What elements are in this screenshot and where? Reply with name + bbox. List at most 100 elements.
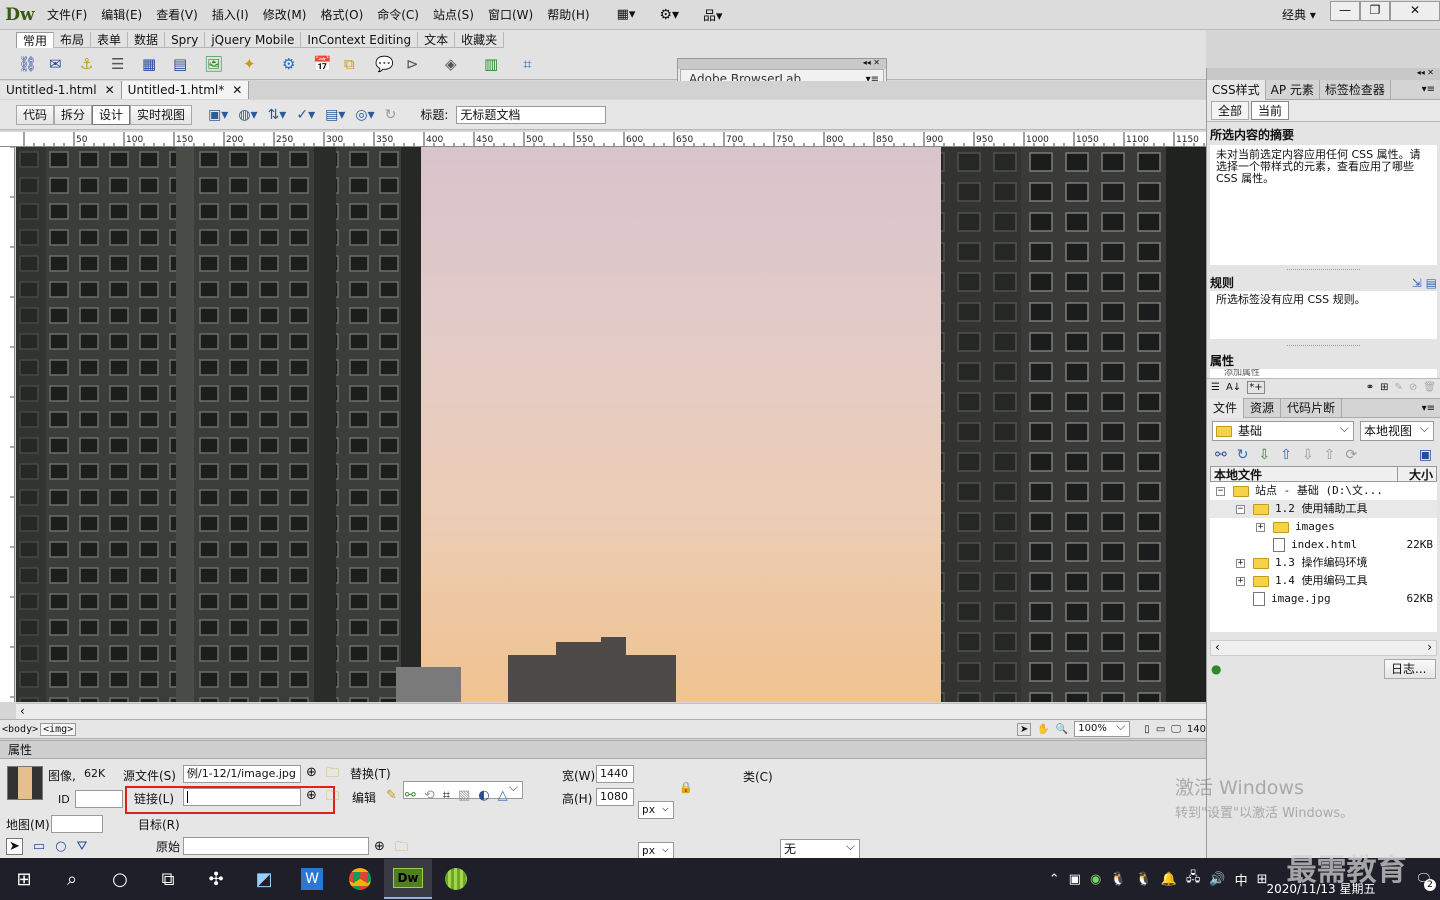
tree-expander-icon[interactable]: + bbox=[1256, 522, 1265, 532]
server-include-icon[interactable]: ⧉ bbox=[344, 55, 366, 73]
window-size-small-icon[interactable]: ▯ bbox=[1144, 724, 1150, 735]
width-unit-select[interactable]: px bbox=[638, 799, 674, 819]
src-input[interactable]: 例/1-12/1/image.jpg bbox=[183, 765, 301, 783]
search-icon[interactable]: ⌕ bbox=[48, 859, 96, 899]
restore-button[interactable]: ❐ bbox=[1360, 1, 1390, 21]
close-tab-icon[interactable]: ✕ bbox=[232, 83, 242, 97]
update-from-original-icon[interactable]: ⟲ bbox=[424, 788, 435, 803]
dreamweaver-app-icon[interactable]: Dw bbox=[384, 859, 432, 899]
comment-icon[interactable]: 💬 bbox=[375, 55, 397, 73]
browse-folder-icon[interactable]: 🗀 bbox=[326, 764, 339, 786]
menu-item-6[interactable]: 命令(C) bbox=[370, 6, 426, 23]
tree-folder[interactable]: −1.2 使用辅助工具 bbox=[1210, 500, 1437, 518]
wechat-icon[interactable]: ◉ bbox=[1090, 872, 1101, 887]
network-icon[interactable]: 🖧 bbox=[1186, 868, 1201, 890]
date-icon[interactable]: 📅 bbox=[313, 55, 335, 73]
refresh-files-icon[interactable]: ↻ bbox=[1237, 447, 1249, 463]
file-manage-icon[interactable]: ⇅▾ bbox=[268, 107, 287, 123]
pinwheel-app-icon[interactable]: ✣ bbox=[192, 859, 240, 899]
expand-panel-icon[interactable]: ▣ bbox=[1419, 447, 1432, 463]
put-files-icon[interactable]: ⇧ bbox=[1280, 447, 1292, 463]
insert-tab-5[interactable]: jQuery Mobile bbox=[205, 31, 302, 48]
circle-hotspot-icon[interactable]: ○ bbox=[55, 839, 66, 854]
script-icon[interactable]: ◈ bbox=[445, 55, 475, 73]
css-panel-tab-1[interactable]: AP 元素 bbox=[1266, 79, 1320, 100]
insert-tab-1[interactable]: 布局 bbox=[54, 31, 92, 48]
id-input[interactable] bbox=[75, 790, 123, 808]
panel-collapse-icon[interactable]: ◂◂ ✕ bbox=[678, 59, 886, 69]
height-input[interactable]: 1080 bbox=[596, 788, 634, 806]
title-input[interactable]: 无标题文档 bbox=[456, 105, 607, 124]
window-size-large-icon[interactable]: 🖵 bbox=[1171, 724, 1181, 735]
get-files-icon[interactable]: ⇩ bbox=[1258, 447, 1270, 463]
insert-tab-4[interactable]: Spry bbox=[165, 31, 206, 48]
design-canvas[interactable] bbox=[16, 147, 1206, 702]
volume-icon[interactable]: 🔊 bbox=[1209, 872, 1225, 887]
attach-style-icon[interactable]: ⚭ bbox=[1366, 382, 1374, 393]
view-button-1[interactable]: 拆分 bbox=[54, 104, 93, 125]
w3c-validate-icon[interactable]: ✓▾ bbox=[296, 107, 315, 123]
original-input[interactable] bbox=[183, 837, 369, 855]
check-browser-icon[interactable]: ◎▾ bbox=[355, 107, 374, 123]
notepad-app-icon[interactable]: ◩ bbox=[240, 859, 288, 899]
css-panel-menu-icon[interactable]: ▾≡ bbox=[1422, 84, 1435, 95]
layout-icon[interactable]: ▦▾ bbox=[617, 7, 636, 22]
insert-tab-0[interactable]: 常用 bbox=[16, 31, 55, 48]
menu-item-9[interactable]: 帮助(H) bbox=[540, 6, 596, 23]
hand-tool-icon[interactable]: ✋ bbox=[1037, 724, 1049, 735]
css-add-property[interactable]: 添加属性 bbox=[1210, 369, 1437, 378]
edit-rule-icon[interactable]: ✎ bbox=[1395, 382, 1403, 393]
doc-tab-2[interactable]: Untitled-1.html* ✕ bbox=[121, 81, 250, 99]
close-tab-icon[interactable]: ✕ bbox=[105, 83, 115, 97]
original-folder-icon[interactable]: 🗀 bbox=[395, 838, 408, 860]
head-icon[interactable]: ⊳ bbox=[406, 55, 436, 73]
css-panel-tab-2[interactable]: 标签检查器 bbox=[1320, 79, 1391, 100]
set-props-icon[interactable]: *+ bbox=[1247, 381, 1265, 394]
tray-chevron-icon[interactable]: ⌃ bbox=[1049, 872, 1060, 887]
view-button-3[interactable]: 实时视图 bbox=[130, 104, 193, 125]
tray-date[interactable]: 2020/11/13 星期五 bbox=[1266, 880, 1375, 897]
css-panel-tab-0[interactable]: CSS样式 bbox=[1207, 79, 1266, 100]
sync-icon[interactable]: ⟳ bbox=[1345, 447, 1357, 463]
files-panel-tab-0[interactable]: 文件 bbox=[1207, 398, 1245, 418]
insert-tab-7[interactable]: 文本 bbox=[418, 31, 456, 48]
tree-folder[interactable]: + images bbox=[1210, 518, 1437, 536]
action-center-icon[interactable]: 🗨 2 bbox=[1415, 872, 1436, 891]
resample-icon[interactable]: ▧ bbox=[458, 788, 470, 803]
width-input[interactable]: 1440 bbox=[596, 765, 634, 783]
dock-collapse-icon[interactable]: ◂◂ ✕ bbox=[1207, 68, 1440, 80]
css-current-tab[interactable]: 当前 bbox=[1251, 101, 1290, 120]
insert-tab-2[interactable]: 表单 bbox=[91, 31, 129, 48]
hr-icon[interactable]: ☰ bbox=[111, 55, 133, 73]
tree-expander-icon[interactable]: − bbox=[1216, 486, 1225, 496]
email-link-icon[interactable]: ✉ bbox=[49, 55, 71, 73]
visual-aids-icon[interactable]: ▤▾ bbox=[325, 107, 345, 123]
tree-folder[interactable]: +1.3 操作编码环境 bbox=[1210, 554, 1437, 572]
map-input[interactable] bbox=[51, 815, 103, 833]
tree-file[interactable]: index.html 22KB bbox=[1210, 536, 1437, 554]
ime-indicator[interactable]: 中 bbox=[1235, 870, 1248, 889]
insert-div-icon[interactable]: ▤ bbox=[173, 55, 195, 73]
minimize-button[interactable]: — bbox=[1330, 1, 1360, 21]
col-local-files[interactable]: 本地文件 bbox=[1211, 465, 1398, 483]
zoom-tool-icon[interactable]: 🔍 bbox=[1056, 724, 1068, 735]
files-panel-tab-2[interactable]: 代码片断 bbox=[1281, 398, 1343, 418]
insert-tab-6[interactable]: InContext Editing bbox=[301, 31, 419, 48]
templates-icon[interactable]: ▥ bbox=[484, 55, 514, 73]
menu-item-8[interactable]: 窗口(W) bbox=[481, 6, 540, 23]
qq2-icon[interactable]: 🐧 bbox=[1136, 872, 1152, 887]
delete-rule-icon[interactable]: 🗑 bbox=[1423, 382, 1436, 393]
tag-body[interactable]: <body> bbox=[0, 724, 40, 735]
log-button[interactable]: 日志... bbox=[1384, 659, 1436, 679]
view-button-0[interactable]: 代码 bbox=[16, 104, 55, 125]
insert-tab-8[interactable]: 收藏夹 bbox=[455, 31, 505, 48]
select-tool-icon[interactable]: ➤ bbox=[1017, 722, 1032, 736]
image-icon[interactable]: 🖼 bbox=[204, 55, 234, 73]
view-button-2[interactable]: 设计 bbox=[92, 104, 131, 125]
property-inspector-header[interactable]: 属性 bbox=[0, 741, 1206, 759]
tree-expander-icon[interactable]: + bbox=[1236, 558, 1245, 568]
check-out-icon[interactable]: ⇩ bbox=[1302, 447, 1314, 463]
point-to-file-icon[interactable]: ⊕ bbox=[306, 765, 317, 780]
col-size[interactable]: 大小 bbox=[1398, 466, 1436, 483]
about-icon[interactable]: ▤ bbox=[1426, 276, 1437, 290]
